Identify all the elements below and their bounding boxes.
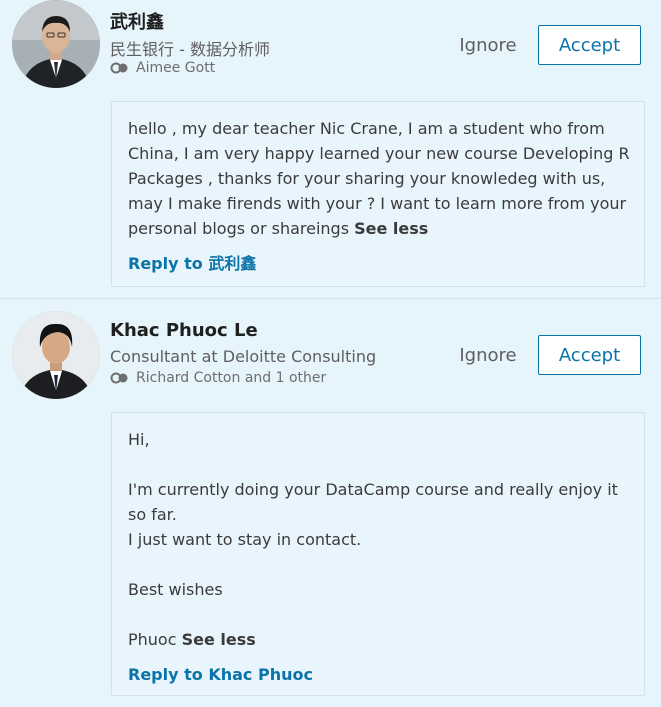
shared-connections-label: Aimee Gott (136, 60, 216, 76)
sender-name[interactable]: 武利鑫 (110, 8, 164, 34)
shared-connections-label: Richard Cotton and 1 other (136, 370, 327, 386)
shared-connections-icon (110, 372, 130, 384)
shared-connections-icon (110, 62, 130, 74)
accept-button[interactable]: Accept (538, 335, 641, 375)
invitation-card: Khac Phuoc Le Consultant at Deloitte Con… (0, 299, 661, 707)
invitation-message: hello , my dear teacher Nic Crane, I am … (111, 101, 645, 287)
ignore-button[interactable]: Ignore (446, 25, 530, 65)
sender-headline: 民生银行 - 数据分析师 (110, 40, 270, 59)
profile-photo-icon (12, 0, 100, 88)
sender-name[interactable]: Khac Phuoc Le (110, 320, 258, 341)
shared-connections[interactable]: Aimee Gott (110, 60, 215, 76)
profile-photo-icon (12, 311, 100, 399)
see-less-link[interactable]: See less (182, 630, 256, 649)
message-text: Hi, I'm currently doing your DataCamp co… (128, 430, 618, 649)
accept-button[interactable]: Accept (538, 25, 641, 65)
sender-headline: Consultant at Deloitte Consulting (110, 347, 377, 366)
see-less-link[interactable]: See less (354, 219, 428, 238)
invitation-card: 武利鑫 民生银行 - 数据分析师 Aimee Gott Ignore Accep… (0, 0, 661, 299)
ignore-button[interactable]: Ignore (446, 335, 530, 375)
invitation-message: Hi, I'm currently doing your DataCamp co… (111, 412, 645, 696)
reply-link[interactable]: Reply to 武利鑫 (128, 251, 630, 276)
avatar[interactable] (12, 0, 100, 88)
reply-link[interactable]: Reply to Khac Phuoc (128, 662, 630, 687)
shared-connections[interactable]: Richard Cotton and 1 other (110, 370, 326, 386)
avatar[interactable] (12, 311, 100, 399)
